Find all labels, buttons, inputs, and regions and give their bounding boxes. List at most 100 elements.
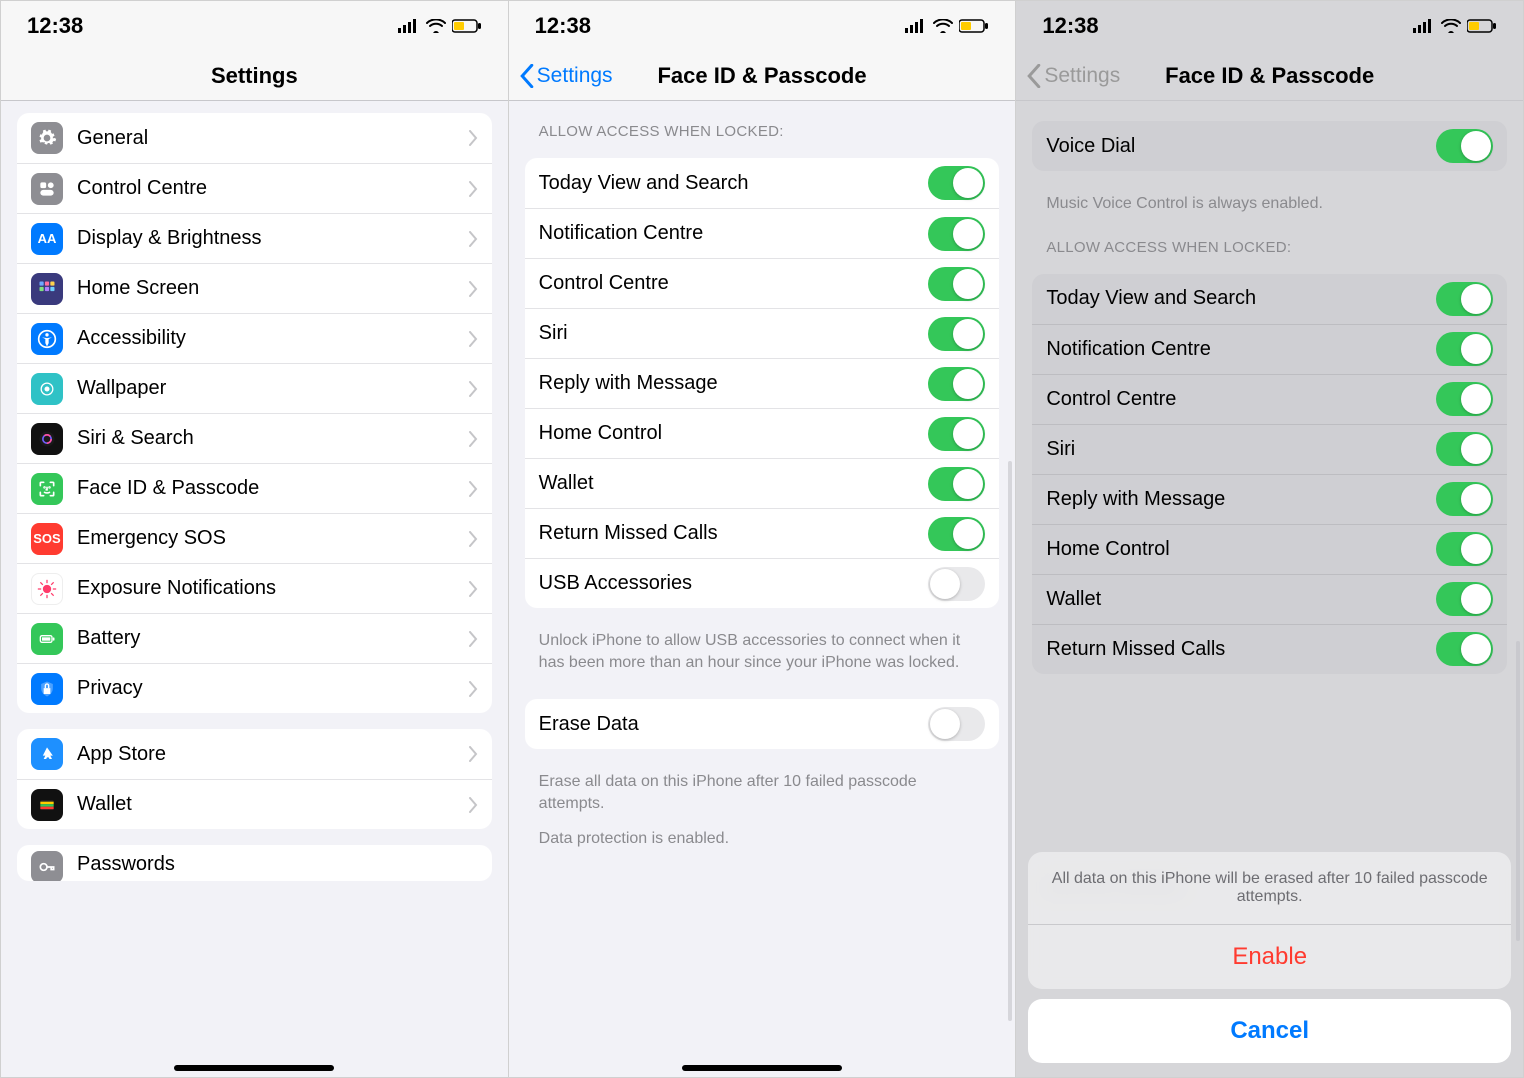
faceid-content[interactable]: ALLOW ACCESS WHEN LOCKED: Today View and… [509,101,1016,1077]
row-label: Siri & Search [77,427,468,450]
switch-return-missed-calls [1436,632,1493,666]
row-control-centre[interactable]: Control Centre [17,163,492,213]
switch-home-control[interactable] [928,417,985,451]
scrollbar[interactable] [1008,461,1012,1021]
back-button: Settings [1026,64,1120,88]
section-header-allow: ALLOW ACCESS WHEN LOCKED: [1016,229,1523,262]
row-wallpaper[interactable]: Wallpaper [17,363,492,413]
status-bar: 12:38 [509,1,1016,51]
row-label: Display & Brightness [77,227,468,250]
row-home-control[interactable]: Home Control [525,408,1000,458]
nav-title: Face ID & Passcode [1165,63,1374,89]
row-erase-data[interactable]: Erase Data [525,699,1000,749]
switch-notification-centre[interactable] [928,217,985,251]
erase-footer-1: Erase all data on this iPhone after 10 f… [509,765,1016,828]
wifi-icon [1441,19,1461,33]
row-exposure-notifications[interactable]: Exposure Notifications [17,563,492,613]
switch-today-view [1436,282,1493,316]
cancel-button[interactable]: Cancel [1028,999,1511,1063]
switch-erase-data[interactable] [928,707,985,741]
wallpaper-icon [31,373,63,405]
row-return-missed-calls: Return Missed Calls [1032,624,1507,674]
row-label: Control Centre [77,177,468,200]
settings-content[interactable]: General Control Centre AA Display & Brig… [1,101,508,1077]
row-return-missed-calls[interactable]: Return Missed Calls [525,508,1000,558]
chevron-right-icon [468,431,478,447]
voice-dial-footer: Music Voice Control is always enabled. [1016,187,1523,229]
status-time: 12:38 [27,13,83,39]
row-accessibility[interactable]: Accessibility [17,313,492,363]
switch-usb-accessories[interactable] [928,567,985,601]
scrollbar [1516,641,1520,941]
chevron-right-icon [468,531,478,547]
switch-return-missed-calls[interactable] [928,517,985,551]
settings-group-3: Passwords [17,845,492,881]
nav-bar: Settings [1,51,508,101]
switch-control-centre[interactable] [928,267,985,301]
allow-access-group: Today View and Search Notification Centr… [525,158,1000,608]
wifi-icon [426,19,446,33]
row-label: Passwords [77,853,478,876]
row-label: Face ID & Passcode [77,477,468,500]
row-label: Home Screen [77,277,468,300]
truncated-text [525,101,1000,113]
row-siri-search[interactable]: Siri & Search [17,413,492,463]
status-time: 12:38 [535,13,591,39]
chevron-right-icon [468,331,478,347]
row-label: General [77,127,468,150]
switch-wallet[interactable] [928,467,985,501]
row-display-brightness[interactable]: AA Display & Brightness [17,213,492,263]
switch-siri [1436,432,1493,466]
row-usb-accessories[interactable]: USB Accessories [525,558,1000,608]
row-privacy[interactable]: Privacy [17,663,492,713]
battery-icon [452,19,482,33]
section-header-allow: ALLOW ACCESS WHEN LOCKED: [509,113,1016,146]
cellular-signal-icon [398,19,420,33]
row-siri[interactable]: Siri [525,308,1000,358]
row-passwords[interactable]: Passwords [17,845,492,881]
row-app-store[interactable]: App Store [17,729,492,779]
row-control-centre[interactable]: Control Centre [525,258,1000,308]
home-indicator[interactable] [174,1065,334,1071]
wallet-icon [31,789,63,821]
row-today-view[interactable]: Today View and Search [525,158,1000,208]
switch-siri[interactable] [928,317,985,351]
text-size-icon: AA [31,223,63,255]
row-notification-centre[interactable]: Notification Centre [525,208,1000,258]
switch-reply-message[interactable] [928,367,985,401]
row-battery[interactable]: Battery [17,613,492,663]
accessibility-icon [31,323,63,355]
cellular-signal-icon [905,19,927,33]
row-faceid-passcode[interactable]: Face ID & Passcode [17,463,492,513]
enable-button[interactable]: Enable [1028,925,1511,989]
app-store-icon [31,738,63,770]
row-general[interactable]: General [17,113,492,163]
battery-icon [959,19,989,33]
voice-dial-group: Voice Dial [1032,121,1507,171]
switch-reply-message [1436,482,1493,516]
row-reply-message[interactable]: Reply with Message [525,358,1000,408]
status-bar: 12:38 [1,1,508,51]
back-label: Settings [1044,64,1120,88]
switch-control-centre [1436,382,1493,416]
back-button[interactable]: Settings [519,64,613,88]
sos-icon: SOS [31,523,63,555]
chevron-right-icon [468,681,478,697]
faceid-icon [31,473,63,505]
allow-access-group: Today View and Search Notification Centr… [1032,274,1507,674]
chevron-right-icon [468,746,478,762]
row-emergency-sos[interactable]: SOS Emergency SOS [17,513,492,563]
switch-home-control [1436,532,1493,566]
settings-group-1: General Control Centre AA Display & Brig… [17,113,492,713]
chevron-right-icon [468,281,478,297]
status-bar: 12:38 [1016,1,1523,51]
battery-icon [1467,19,1497,33]
row-wallet[interactable]: Wallet [525,458,1000,508]
row-wallet[interactable]: Wallet [17,779,492,829]
chevron-right-icon [468,130,478,146]
home-indicator[interactable] [682,1065,842,1071]
chevron-right-icon [468,381,478,397]
switch-today-view[interactable] [928,166,985,200]
row-voice-dial: Voice Dial [1032,121,1507,171]
row-home-screen[interactable]: Home Screen [17,263,492,313]
